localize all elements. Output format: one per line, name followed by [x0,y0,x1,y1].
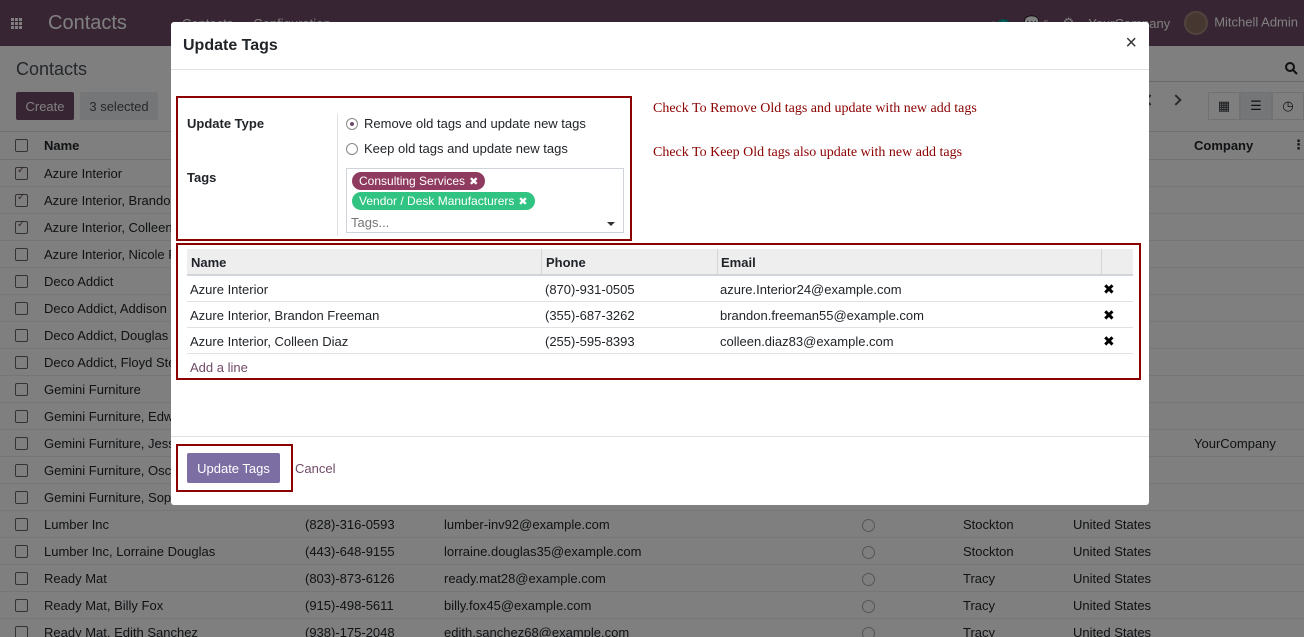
cell-phone: (255)-595-8393 [545,334,635,349]
tags-label: Tags [187,170,217,185]
tags-input[interactable] [351,213,601,231]
radio-remove-label[interactable]: Remove old tags and update new tags [364,116,586,131]
table-row[interactable]: Azure Interior, Colleen Diaz (255)-595-8… [187,328,1133,354]
column-email[interactable]: Email [721,255,756,270]
add-line-link[interactable]: Add a line [190,360,248,375]
tag-remove-icon[interactable]: ✖ [518,196,527,208]
cell-email: colleen.diaz83@example.com [720,334,894,349]
add-line-row: Add a line [187,354,1133,380]
tag-label: Vendor / Desk Manufacturers [359,194,515,208]
selected-contacts-table: Name Phone Email Azure Interior (870)-93… [187,249,1133,380]
tags-field[interactable]: Consulting Services ✖ Vendor / Desk Manuf… [346,168,624,233]
update-type-label: Update Type [187,116,265,131]
column-separator [1101,249,1102,276]
close-icon[interactable]: × [1125,33,1137,53]
column-separator [541,249,542,276]
tag-vendor-desk-manufacturers: Vendor / Desk Manufacturers ✖ [352,192,535,210]
cell-phone: (355)-687-3262 [545,308,635,323]
chevron-down-icon[interactable] [607,222,615,226]
delete-row-icon[interactable]: ✖ [1103,333,1115,350]
tag-consulting-services: Consulting Services ✖ [352,172,486,190]
update-tags-button[interactable]: Update Tags [187,453,280,483]
table-header: Name Phone Email [187,249,1133,276]
table-row[interactable]: Azure Interior (870)-931-0505 azure.Inte… [187,276,1133,302]
cell-name: Azure Interior [190,282,269,297]
cell-name: Azure Interior, Brandon Freeman [190,308,380,323]
dialog-header: Update Tags × [171,22,1149,70]
column-phone[interactable]: Phone [546,255,586,270]
cell-name: Azure Interior, Colleen Diaz [190,334,349,349]
column-name[interactable]: Name [191,255,226,270]
radio-remove-old-tags[interactable] [346,118,358,130]
cell-email: azure.Interior24@example.com [720,282,902,297]
column-separator [717,249,718,276]
table-row[interactable]: Azure Interior, Brandon Freeman (355)-68… [187,302,1133,328]
help-remove-text: Check To Remove Old tags and update with… [653,101,977,116]
form-divider [337,114,338,236]
tag-remove-icon[interactable]: ✖ [469,176,478,188]
dialog-footer-divider [171,436,1149,437]
tag-label: Consulting Services [359,174,466,188]
help-keep-text: Check To Keep Old tags also update with … [653,145,963,160]
cell-email: brandon.freeman55@example.com [720,308,924,323]
dialog-title: Update Tags [183,37,278,54]
delete-row-icon[interactable]: ✖ [1103,281,1115,298]
cell-phone: (870)-931-0505 [545,282,635,297]
delete-row-icon[interactable]: ✖ [1103,307,1115,324]
radio-keep-label[interactable]: Keep old tags and update new tags [364,141,568,156]
cancel-button[interactable]: Cancel [295,461,335,476]
radio-keep-old-tags[interactable] [346,143,358,155]
